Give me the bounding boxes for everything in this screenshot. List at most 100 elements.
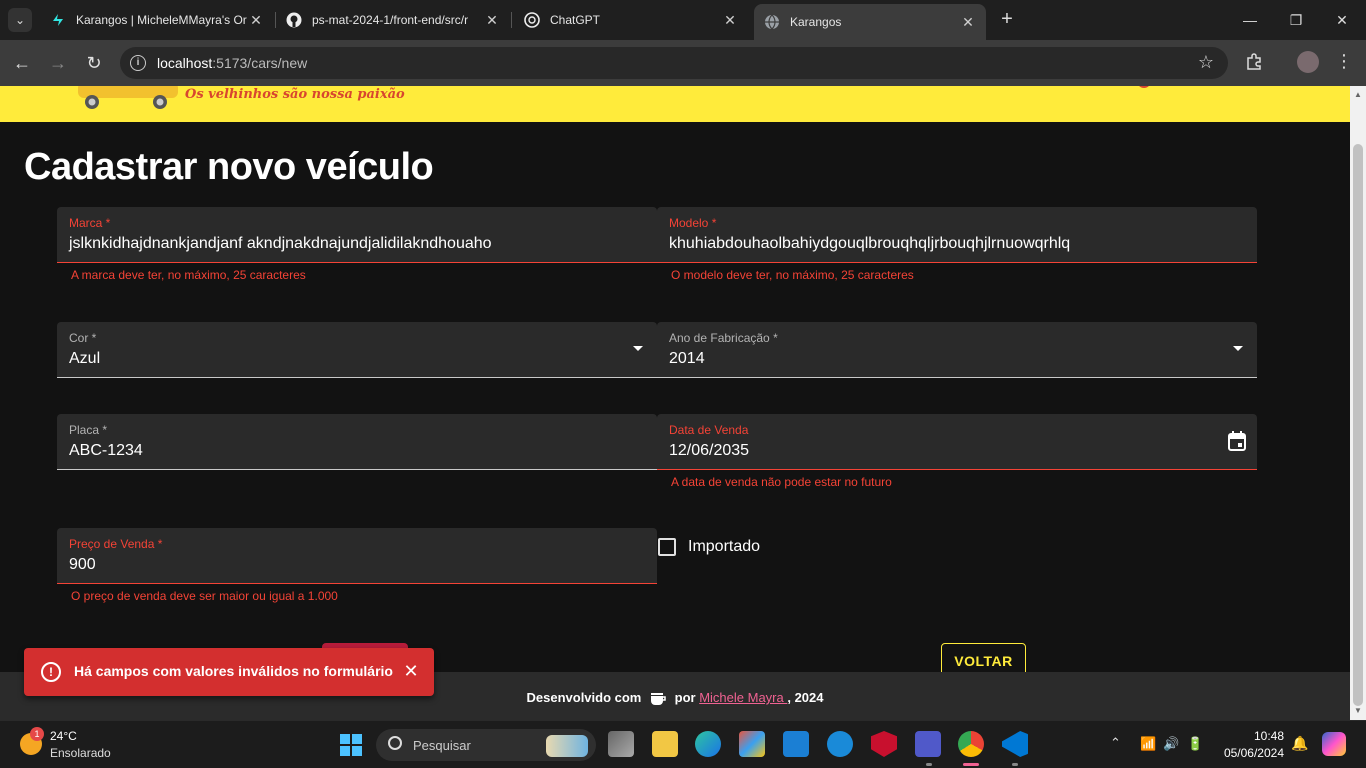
taskbar-search[interactable]: Pesquisar bbox=[376, 729, 596, 761]
price-field-label: Preço de Venda * bbox=[69, 537, 163, 551]
model-field-value[interactable]: khuhiabdouhaolbahiydgouqlbrouqhqljrbouqh… bbox=[669, 235, 1070, 253]
brand-error-text: A marca deve ter, no máximo, 25 caracter… bbox=[71, 268, 306, 282]
volume-icon[interactable]: 🔊 bbox=[1163, 736, 1179, 752]
forward-arrow-icon[interactable]: → bbox=[46, 51, 70, 75]
globe-icon bbox=[764, 14, 780, 30]
clock-date[interactable]: 05/06/2024 bbox=[1210, 746, 1284, 760]
page-scrollbar[interactable]: ▲ ▼ bbox=[1350, 86, 1366, 720]
clock-time[interactable]: 10:48 bbox=[1220, 729, 1284, 743]
vscode-icon[interactable] bbox=[1002, 731, 1028, 757]
file-explorer-icon[interactable] bbox=[652, 731, 678, 757]
task-view-icon[interactable] bbox=[608, 731, 634, 757]
browser-tab-bar: ⌄ Karangos | MicheleMMayra's Or ✕ ps-mat… bbox=[0, 0, 1366, 40]
price-field[interactable]: Preço de Venda * 900 bbox=[57, 528, 657, 584]
close-icon[interactable]: ✕ bbox=[248, 12, 264, 29]
mcafee-icon[interactable] bbox=[871, 731, 897, 757]
hp-smart-icon[interactable] bbox=[783, 731, 809, 757]
dropdown-arrow-icon[interactable] bbox=[1233, 346, 1243, 351]
vscode-running-indicator bbox=[1012, 763, 1018, 766]
weather-description[interactable]: Ensolarado bbox=[50, 746, 111, 760]
address-bar-row: ← → ↻ i localhost:5173/cars/new ☆ ⋮ bbox=[0, 40, 1366, 86]
plate-field-value[interactable]: ABC-1234 bbox=[69, 442, 143, 460]
footer-suffix: , 2024 bbox=[787, 690, 824, 705]
imported-checkbox-row[interactable]: Importado bbox=[658, 538, 760, 556]
windows-start-icon[interactable] bbox=[340, 734, 362, 756]
page-title: Cadastrar novo veículo bbox=[24, 146, 434, 188]
teams-icon[interactable] bbox=[915, 731, 941, 757]
price-error-text: O preço de venda deve ser maior ou igual… bbox=[71, 589, 338, 603]
close-icon[interactable]: ✕ bbox=[484, 12, 500, 29]
copilot-icon[interactable] bbox=[1322, 732, 1346, 756]
tab-title: ChatGPT bbox=[550, 13, 601, 27]
plate-field[interactable]: Placa * ABC-1234 bbox=[57, 414, 657, 470]
color-select-value: Azul bbox=[69, 350, 101, 367]
model-field[interactable]: Modelo * khuhiabdouhaolbahiydgouqlbrouqh… bbox=[657, 207, 1257, 263]
color-select-label: Cor * bbox=[69, 331, 97, 345]
scroll-down-arrow-icon[interactable]: ▼ bbox=[1354, 706, 1362, 715]
tab-chatgpt[interactable]: ChatGPT ✕ bbox=[514, 6, 748, 34]
new-tab-button[interactable]: + bbox=[995, 8, 1019, 32]
notification-bell-icon[interactable]: 🔔 bbox=[1291, 735, 1308, 752]
profile-avatar[interactable] bbox=[1297, 51, 1319, 73]
sale-date-field-value[interactable]: 12/06/2035 bbox=[669, 442, 749, 460]
microsoft-store-icon[interactable] bbox=[739, 731, 765, 757]
scroll-up-arrow-icon[interactable]: ▲ bbox=[1354, 90, 1362, 99]
extensions-icon[interactable] bbox=[1244, 52, 1266, 74]
year-select-label: Ano de Fabricação * bbox=[669, 331, 778, 345]
close-icon[interactable]: ✕ bbox=[722, 12, 738, 29]
tab-search-button[interactable]: ⌄ bbox=[8, 8, 32, 32]
search-icon bbox=[388, 736, 402, 750]
chrome-icon[interactable] bbox=[958, 731, 984, 757]
error-snackbar: ! Há campos com valores inválidos no for… bbox=[24, 648, 434, 696]
page-viewport: Os velhinhos são nossa paixão Cadastrar … bbox=[0, 86, 1350, 720]
reload-icon[interactable]: ↻ bbox=[82, 51, 106, 75]
brand-field-value[interactable]: jslknkidhajdnankjandjanf akndjnakdnajund… bbox=[69, 235, 492, 253]
coffee-cup-icon bbox=[651, 692, 666, 705]
bookmark-star-icon[interactable]: ☆ bbox=[1198, 52, 1214, 73]
dropdown-arrow-icon[interactable] bbox=[633, 346, 643, 351]
karangos-car-logo-icon bbox=[78, 86, 178, 109]
get-help-icon[interactable] bbox=[827, 731, 853, 757]
edge-icon[interactable] bbox=[695, 731, 721, 757]
price-field-value[interactable]: 900 bbox=[69, 556, 96, 574]
close-icon[interactable]: ✕ bbox=[402, 661, 420, 682]
year-select[interactable]: Ano de Fabricação * 2014 bbox=[657, 322, 1257, 378]
tab-karangos-netlify[interactable]: Karangos | MicheleMMayra's Or ✕ bbox=[40, 6, 274, 34]
brand-field-label: Marca * bbox=[69, 216, 111, 230]
app-header: Os velhinhos são nossa paixão bbox=[0, 86, 1350, 122]
tab-title: Karangos | MicheleMMayra's Or bbox=[76, 13, 247, 27]
minimize-button[interactable]: — bbox=[1238, 8, 1262, 32]
author-link[interactable]: Michele Mayra bbox=[699, 690, 787, 705]
battery-icon[interactable]: 🔋 bbox=[1187, 736, 1203, 752]
header-slogan: Os velhinhos são nossa paixão bbox=[185, 87, 405, 102]
tab-separator bbox=[511, 12, 512, 28]
browser-menu-icon[interactable]: ⋮ bbox=[1335, 51, 1353, 72]
header-decoration bbox=[1137, 86, 1151, 88]
tab-karangos-active[interactable]: Karangos ✕ bbox=[754, 4, 986, 40]
brand-field[interactable]: Marca * jslknkidhajdnankjandjanf akndjna… bbox=[57, 207, 657, 263]
netlify-icon bbox=[50, 12, 66, 28]
scrollbar-thumb[interactable] bbox=[1353, 144, 1363, 706]
maximize-button[interactable]: ❐ bbox=[1284, 8, 1308, 32]
sale-date-field[interactable]: Data de Venda 12/06/2035 bbox=[657, 414, 1257, 470]
taskbar-search-placeholder: Pesquisar bbox=[413, 738, 471, 753]
wifi-icon[interactable]: 📶 bbox=[1140, 736, 1156, 752]
imported-checkbox[interactable] bbox=[658, 538, 676, 556]
url-field[interactable]: i localhost:5173/cars/new ☆ bbox=[120, 47, 1228, 79]
chatgpt-icon bbox=[524, 12, 540, 28]
error-alert-icon: ! bbox=[41, 662, 61, 682]
color-select[interactable]: Cor * Azul bbox=[57, 322, 657, 378]
windows-taskbar: 1 24°C Ensolarado Pesquisar ⌃ 📶 🔊 🔋 10:4… bbox=[0, 720, 1366, 768]
weather-temperature[interactable]: 24°C bbox=[50, 729, 77, 743]
site-info-icon[interactable]: i bbox=[130, 55, 146, 71]
tab-title: Karangos bbox=[790, 15, 842, 29]
weather-badge: 1 bbox=[30, 727, 44, 741]
close-icon[interactable]: ✕ bbox=[960, 14, 976, 31]
tray-overflow-chevron-icon[interactable]: ⌃ bbox=[1110, 735, 1121, 751]
calendar-icon[interactable] bbox=[1228, 431, 1246, 451]
footer-prefix: Desenvolvido com bbox=[526, 690, 642, 705]
year-select-value: 2014 bbox=[669, 350, 705, 367]
back-arrow-icon[interactable]: ← bbox=[10, 51, 34, 75]
tab-github[interactable]: ps-mat-2024-1/front-end/src/r ✕ bbox=[276, 6, 510, 34]
close-window-button[interactable]: ✕ bbox=[1330, 8, 1354, 32]
